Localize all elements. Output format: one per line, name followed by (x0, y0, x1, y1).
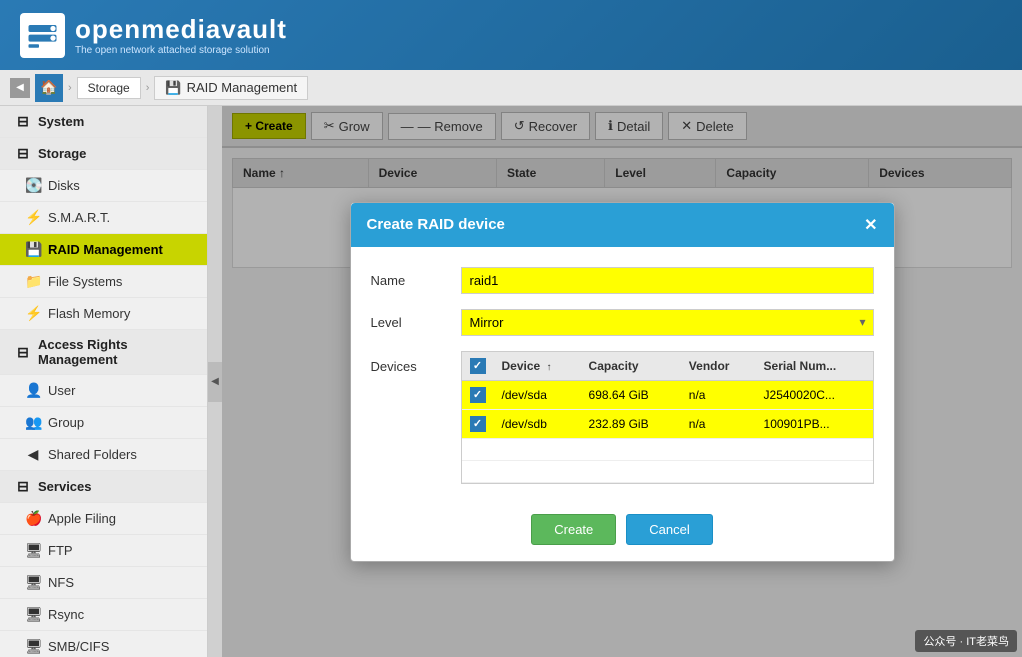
sidebar-item-nfs[interactable]: 🖥 NFS (0, 567, 207, 599)
device-row-empty1 (462, 438, 873, 460)
sidebar-toggle-button[interactable]: ◀ (10, 78, 30, 98)
devices-table-wrapper: ✓ Device ↑ Capacity Vendor Serial Num... (461, 351, 874, 484)
modal-overlay: Create RAID device ✕ Name Level (222, 106, 1022, 657)
dialog-create-button[interactable]: Create (531, 514, 616, 545)
devices-row: Devices ✓ Device ↑ Capacity (371, 351, 874, 484)
logo-title: openmediavault (75, 14, 287, 45)
breadcrumb-sep2: › (146, 82, 150, 94)
sidebar-item-flashmemory[interactable]: ⚡ Flash Memory (0, 298, 207, 330)
breadcrumb-sep1: › (68, 82, 72, 94)
sdb-serial: 100901PB... (756, 409, 873, 438)
sdb-device: /dev/sdb (494, 409, 581, 438)
sidebar-item-group[interactable]: 👥 Group (0, 407, 207, 439)
content-area: + Create ✂ Grow — — Remove ↺ Recover ℹ D… (222, 106, 1022, 657)
col-check[interactable]: ✓ (462, 352, 494, 381)
sdb-vendor: n/a (681, 409, 756, 438)
create-raid-dialog: Create RAID device ✕ Name Level (350, 202, 895, 562)
group-icon: 👥 (25, 414, 41, 431)
sidebar-item-access[interactable]: ⊟ Access Rights Management (0, 330, 207, 375)
dialog-footer: Create Cancel (351, 504, 894, 561)
services-icon: ⊟ (15, 478, 31, 495)
sidebar-item-applefiling[interactable]: 🍎 Apple Filing (0, 503, 207, 535)
sdb-check[interactable]: ✓ (462, 409, 494, 438)
sidebar-item-smart[interactable]: ⚡ S.M.A.R.T. (0, 202, 207, 234)
sidebar-collapse-button[interactable]: ◀ (208, 362, 222, 402)
sda-checkbox-icon[interactable]: ✓ (470, 387, 486, 403)
dialog-cancel-button[interactable]: Cancel (626, 514, 712, 545)
header-checkbox[interactable]: ✓ (470, 358, 486, 374)
devices-label: Devices (371, 351, 451, 374)
logo-subtitle: The open network attached storage soluti… (75, 45, 287, 56)
dialog-body: Name Level Mirror Stripe RAID5 RAID6 (351, 247, 894, 504)
nfs-icon: 🖥 (25, 574, 41, 591)
devices-table: ✓ Device ↑ Capacity Vendor Serial Num... (462, 352, 873, 483)
dialog-title: Create RAID device (367, 216, 505, 233)
device-row-sdb[interactable]: ✓ /dev/sdb 232.89 GiB n/a 100901PB... (462, 409, 873, 438)
name-row: Name (371, 267, 874, 294)
applefiling-icon: 🍎 (25, 510, 41, 527)
sidebar-item-services[interactable]: ⊟ Services (0, 471, 207, 503)
sda-serial: J2540020C... (756, 380, 873, 409)
flashmemory-icon: ⚡ (25, 305, 41, 322)
sort-arrow: ↑ (547, 362, 552, 373)
col-capacity-inner[interactable]: Capacity (581, 352, 681, 381)
disks-icon: 💽 (25, 177, 41, 194)
device-row-sda[interactable]: ✓ /dev/sda 698.64 GiB n/a J2540020C... (462, 380, 873, 409)
level-row: Level Mirror Stripe RAID5 RAID6 ▾ (371, 309, 874, 336)
sidebar: ⊟ System ⊟ Storage 💽 Disks ⚡ S.M.A.R.T. … (0, 106, 208, 657)
col-vendor[interactable]: Vendor (681, 352, 756, 381)
sidebar-item-ftp[interactable]: 🖥 FTP (0, 535, 207, 567)
level-select-wrapper: Mirror Stripe RAID5 RAID6 ▾ (461, 309, 874, 336)
sidebar-item-storage[interactable]: ⊟ Storage (0, 138, 207, 170)
smart-icon: ⚡ (25, 209, 41, 226)
sidebar-item-system[interactable]: ⊟ System (0, 106, 207, 138)
watermark: 公众号 · IT老菜鸟 (915, 630, 1017, 652)
access-icon: ⊟ (15, 344, 31, 361)
sda-check[interactable]: ✓ (462, 380, 494, 409)
breadcrumb-raid-label: RAID Management (187, 80, 298, 95)
col-device-inner[interactable]: Device ↑ (494, 352, 581, 381)
logo-text: openmediavault The open network attached… (75, 14, 287, 56)
name-input[interactable] (461, 267, 874, 294)
breadcrumb-bar: ◀ 🏠 › Storage › 💾 RAID Management (0, 70, 1022, 106)
sdb-capacity: 232.89 GiB (581, 409, 681, 438)
smb-icon: 🖥 (25, 638, 41, 655)
sidebar-item-disks[interactable]: 💽 Disks (0, 170, 207, 202)
ftp-icon: 🖥 (25, 542, 41, 559)
sidebar-item-user[interactable]: 👤 User (0, 375, 207, 407)
dialog-close-button[interactable]: ✕ (864, 215, 877, 235)
level-label: Level (371, 309, 451, 330)
sidebar-item-filesystems[interactable]: 📁 File Systems (0, 266, 207, 298)
breadcrumb-raid: 💾 RAID Management (154, 76, 308, 100)
level-select[interactable]: Mirror Stripe RAID5 RAID6 (461, 309, 874, 336)
raid-nav-icon: 💾 (25, 241, 41, 258)
main-layout: ⊟ System ⊟ Storage 💽 Disks ⚡ S.M.A.R.T. … (0, 106, 1022, 657)
user-icon: 👤 (25, 382, 41, 399)
home-button[interactable]: 🏠 (35, 74, 63, 102)
system-icon: ⊟ (15, 113, 31, 130)
sidebar-item-sharedfolders[interactable]: ◀ Shared Folders (0, 439, 207, 471)
logo-svg (25, 18, 60, 53)
breadcrumb-storage[interactable]: Storage (77, 77, 141, 99)
storage-icon: ⊟ (15, 145, 31, 162)
rsync-icon: 🖥 (25, 606, 41, 623)
logo: openmediavault The open network attached… (20, 13, 287, 58)
filesystems-icon: 📁 (25, 273, 41, 290)
logo-icon (20, 13, 65, 58)
sda-vendor: n/a (681, 380, 756, 409)
sdb-checkbox-icon[interactable]: ✓ (470, 416, 486, 432)
sidebar-item-smb[interactable]: 🖥 SMB/CIFS (0, 631, 207, 657)
raid-icon: 💾 (165, 80, 181, 96)
header: openmediavault The open network attached… (0, 0, 1022, 70)
name-label: Name (371, 267, 451, 288)
col-serial[interactable]: Serial Num... (756, 352, 873, 381)
sda-device: /dev/sda (494, 380, 581, 409)
sidebar-item-raid[interactable]: 💾 RAID Management (0, 234, 207, 266)
sharedfolders-icon: ◀ (25, 446, 41, 463)
sda-capacity: 698.64 GiB (581, 380, 681, 409)
sidebar-item-rsync[interactable]: 🖥 Rsync (0, 599, 207, 631)
device-row-empty2 (462, 460, 873, 482)
dialog-header: Create RAID device ✕ (351, 203, 894, 247)
